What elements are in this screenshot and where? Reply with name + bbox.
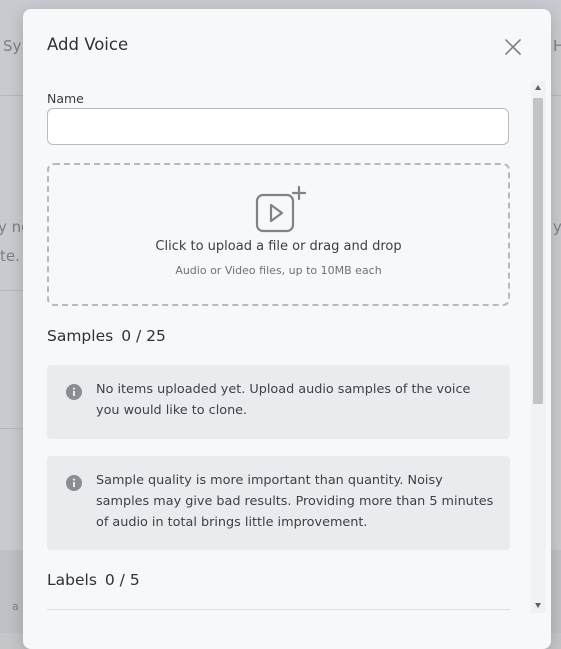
upload-constraints: Audio or Video files, up to 10MB each — [175, 264, 382, 277]
info-icon — [66, 475, 82, 491]
scroll-down-arrow[interactable] — [535, 603, 541, 608]
samples-count: 0 / 25 — [121, 327, 166, 345]
samples-label: Samples — [47, 327, 114, 345]
close-icon — [505, 39, 521, 55]
sample-quality-notice: Sample quality is more important than qu… — [47, 456, 510, 550]
scroll-up-arrow[interactable] — [535, 85, 541, 90]
close-button[interactable] — [503, 37, 523, 57]
notice-text: No items uploaded yet. Upload audio samp… — [96, 382, 471, 418]
background-text: Sy — [3, 37, 22, 55]
labels-divider — [47, 609, 510, 610]
background-divider — [0, 428, 23, 429]
labels-label: Labels — [47, 571, 97, 589]
notice-text: Sample quality is more important than qu… — [96, 473, 494, 530]
video-plus-icon — [255, 185, 306, 233]
info-icon — [66, 384, 82, 400]
background-text: H — [553, 37, 561, 55]
background-text: te. — [0, 247, 20, 265]
name-label: Name — [47, 91, 84, 106]
samples-heading: Samples 0 / 25 — [47, 327, 166, 345]
upload-dropzone[interactable]: Click to upload a file or drag and drop … — [47, 163, 510, 306]
background-divider — [0, 290, 23, 291]
background-text: y — [553, 218, 561, 236]
modal-body: Name Click to upload a file or drag and … — [23, 81, 551, 649]
samples-empty-notice: No items uploaded yet. Upload audio samp… — [47, 365, 510, 439]
labels-count: 0 / 5 — [104, 571, 140, 589]
modal-scrollbar[interactable] — [531, 81, 546, 613]
background-text: a — [12, 600, 19, 613]
labels-heading: Labels 0 / 5 — [47, 571, 140, 589]
add-voice-modal: Add Voice Name Click to upload a file or… — [23, 9, 551, 649]
upload-instructions: Click to upload a file or drag and drop — [155, 239, 402, 254]
modal-title: Add Voice — [47, 35, 129, 54]
name-input[interactable] — [47, 108, 509, 145]
scroll-thumb[interactable] — [533, 98, 543, 404]
